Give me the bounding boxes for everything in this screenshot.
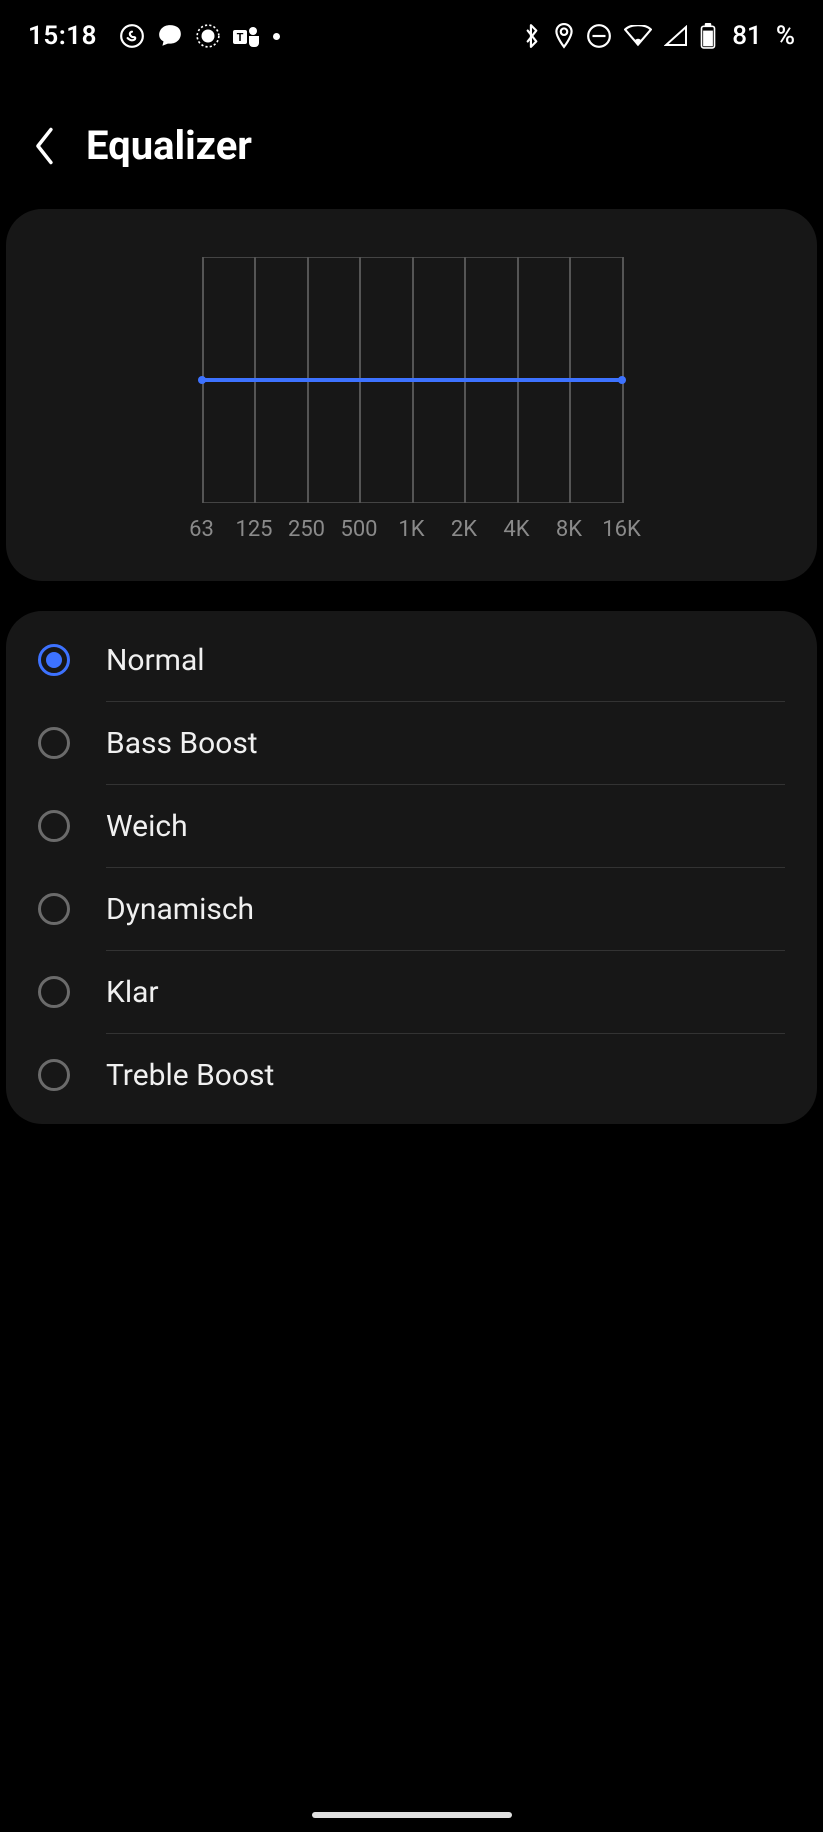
equalizer-band-labels: 631252505001K2K4K8K16K	[202, 517, 622, 553]
eq-band-label: 63	[189, 517, 214, 542]
preset-label: Dynamisch	[106, 892, 254, 927]
cellular-icon	[664, 25, 688, 47]
preset-radio[interactable]	[38, 644, 70, 676]
equalizer-response-line	[202, 378, 622, 382]
eq-band-label: 125	[235, 517, 272, 542]
preset-row[interactable]: Dynamisch	[6, 868, 817, 950]
bluetooth-icon	[522, 23, 542, 49]
eq-band-label: 250	[288, 517, 325, 542]
battery-percent: 81	[732, 21, 762, 51]
equalizer-graph-card: 63 125 250 500 1K 2K 4K 8K 16K	[6, 209, 817, 581]
preset-row[interactable]: Treble Boost	[6, 1034, 817, 1116]
preset-radio[interactable]	[38, 810, 70, 842]
do-not-disturb-icon	[586, 23, 612, 49]
svg-text:T: T	[237, 31, 244, 44]
back-button[interactable]	[32, 126, 58, 166]
battery-icon	[700, 23, 716, 49]
equalizer-endpoint-left	[198, 376, 206, 384]
status-bar: 15:18 T 81%	[0, 0, 823, 72]
preset-list-card: Normal Bass Boost Weich Dynamisch Klar Treble…	[6, 611, 817, 1124]
preset-row[interactable]: Normal	[6, 619, 817, 701]
notification-dot-icon	[273, 33, 280, 40]
location-icon	[554, 23, 574, 49]
preset-row[interactable]: Weich	[6, 785, 817, 867]
preset-radio[interactable]	[38, 976, 70, 1008]
teams-icon: T	[233, 23, 261, 49]
equalizer-graph[interactable]	[202, 257, 622, 503]
page-title: Equalizer	[86, 122, 252, 169]
preset-label: Treble Boost	[106, 1058, 274, 1093]
preset-label: Klar	[106, 975, 159, 1010]
preset-radio[interactable]	[38, 727, 70, 759]
signal-app-icon	[195, 23, 221, 49]
eq-band-label: 8K	[556, 517, 582, 542]
whatsapp-icon	[119, 23, 145, 49]
eq-band-label: 500	[340, 517, 377, 542]
eq-band-label: 2K	[451, 517, 477, 542]
percent-sign: %	[776, 21, 795, 51]
eq-band-label: 16K	[602, 517, 641, 542]
preset-radio[interactable]	[38, 893, 70, 925]
preset-radio[interactable]	[38, 1059, 70, 1091]
preset-label: Weich	[106, 809, 188, 844]
chat-icon	[157, 23, 183, 49]
eq-band-label: 1K	[398, 517, 424, 542]
home-indicator[interactable]	[312, 1812, 512, 1818]
eq-band-label: 4K	[503, 517, 529, 542]
preset-row[interactable]: Bass Boost	[6, 702, 817, 784]
wifi-icon	[624, 25, 652, 47]
radio-selected-dot	[46, 652, 62, 668]
preset-label: Bass Boost	[106, 726, 258, 761]
status-time: 15:18	[28, 21, 97, 51]
preset-label: Normal	[106, 643, 205, 678]
equalizer-endpoint-right	[618, 376, 626, 384]
preset-row[interactable]: Klar	[6, 951, 817, 1033]
page-header: Equalizer	[0, 72, 823, 209]
